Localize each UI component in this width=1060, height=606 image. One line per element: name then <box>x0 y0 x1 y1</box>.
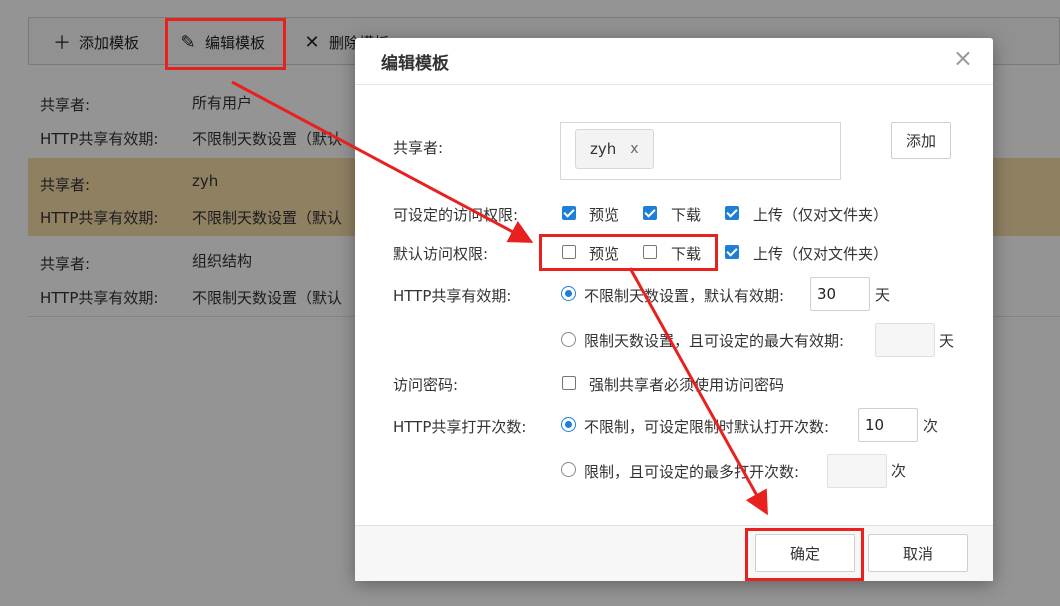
open-count-unlimited-radio[interactable] <box>561 417 576 432</box>
default-upload-label: 上传（仅对文件夹） <box>753 245 889 263</box>
default-expiry-days-input[interactable] <box>810 277 870 311</box>
default-open-count-input[interactable] <box>858 408 918 442</box>
annotation-box-edit <box>165 18 286 70</box>
annotation-box-ok <box>745 528 864 581</box>
settable-download-checkbox[interactable] <box>643 206 657 220</box>
expiry-days-unit: 天 <box>875 286 891 304</box>
sharer-field-label: 共享者: <box>393 139 444 157</box>
settable-download-label: 下载 <box>671 206 702 224</box>
expiry-unlimited-radio[interactable] <box>561 286 576 301</box>
sharer-tag: zyh x <box>575 129 654 169</box>
open-count-unit: 次 <box>923 417 939 435</box>
max-open-count-unit: 次 <box>891 462 907 480</box>
expiry-limited-radio[interactable] <box>561 332 576 347</box>
open-count-label: HTTP共享打开次数: <box>393 418 527 436</box>
annotation-box-default-permission <box>539 234 718 271</box>
force-password-checkbox[interactable] <box>562 376 576 390</box>
access-password-label: 访问密码: <box>393 376 459 394</box>
open-count-limited-label: 限制，且可设定的最多打开次数: <box>584 463 800 481</box>
settable-upload-checkbox[interactable] <box>725 206 739 220</box>
force-password-text: 强制共享者必须使用访问密码 <box>589 376 785 394</box>
dialog-footer: 确定 取消 <box>355 525 993 581</box>
remove-tag-icon[interactable]: x <box>630 141 638 157</box>
max-open-count-input[interactable] <box>827 454 887 488</box>
edit-template-dialog: 编辑模板 × 共享者: zyh x 添加 可设定的访问权限: 预览 下载 上传（… <box>355 38 993 581</box>
close-icon[interactable]: × <box>953 46 973 70</box>
http-expiry-label: HTTP共享有效期: <box>393 287 512 305</box>
sharer-tag-label: zyh <box>590 140 617 158</box>
dialog-header-divider <box>355 84 993 85</box>
open-count-unlimited-label: 不限制，可设定限制时默认打开次数: <box>584 418 830 436</box>
settable-preview-checkbox[interactable] <box>562 206 576 220</box>
settable-permission-label: 可设定的访问权限: <box>393 206 519 224</box>
max-expiry-days-input[interactable] <box>875 323 935 357</box>
dialog-title: 编辑模板 <box>381 54 449 74</box>
add-sharer-button[interactable]: 添加 <box>891 122 951 159</box>
open-count-limited-radio[interactable] <box>561 462 576 477</box>
settable-upload-label: 上传（仅对文件夹） <box>753 206 889 224</box>
default-permission-label: 默认访问权限: <box>393 245 489 263</box>
settable-preview-label: 预览 <box>589 206 620 224</box>
expiry-limited-label: 限制天数设置，且可设定的最大有效期: <box>584 332 845 350</box>
expiry-unlimited-label: 不限制天数设置，默认有效期: <box>584 287 785 305</box>
cancel-button[interactable]: 取消 <box>868 534 968 572</box>
max-expiry-days-unit: 天 <box>939 332 955 350</box>
default-upload-checkbox[interactable] <box>725 245 739 259</box>
